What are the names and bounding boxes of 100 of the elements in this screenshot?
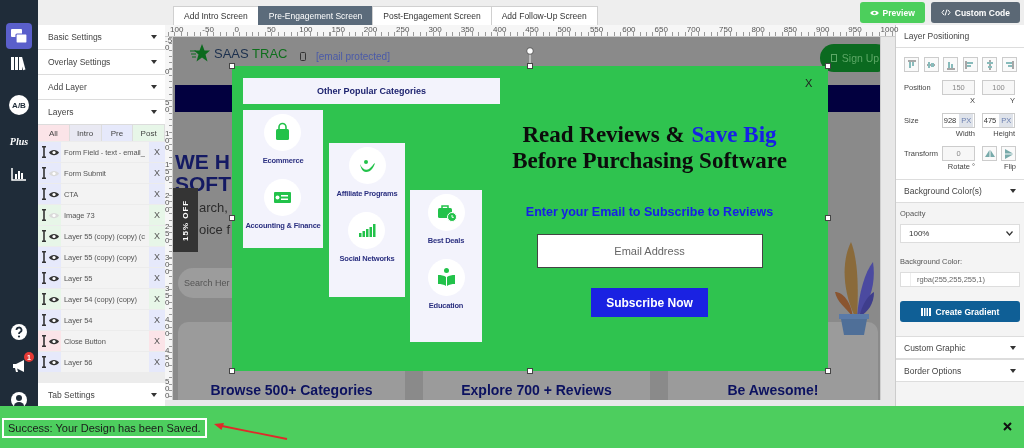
opacity-select[interactable]: 100%	[900, 224, 1020, 243]
drag-handle-icon[interactable]	[42, 146, 46, 158]
drag-handle-icon[interactable]	[42, 209, 46, 221]
ruler-label: 250	[396, 25, 410, 34]
email-field[interactable]: Email Address	[536, 234, 763, 268]
eye-icon[interactable]	[49, 337, 59, 345]
eye-icon[interactable]	[49, 253, 59, 261]
bar-chart-icon[interactable]	[11, 167, 27, 181]
ruler-label: 700	[686, 25, 701, 34]
align-right-icon	[1004, 59, 1014, 70]
resize-handle[interactable]	[527, 63, 533, 69]
delete-button[interactable]: X	[149, 210, 165, 220]
ruler-label: 100	[165, 130, 171, 151]
drag-handle-icon[interactable]	[42, 293, 46, 305]
headline-line: Read Reviews & Save Big	[522, 122, 777, 148]
delete-button[interactable]: X	[149, 273, 165, 283]
delete-button[interactable]: X	[149, 189, 165, 199]
caret-icon	[1010, 345, 1016, 350]
ruler-label: 900	[816, 25, 830, 34]
ruler-label: 500	[557, 25, 571, 34]
resize-handle[interactable]	[229, 215, 235, 221]
screen-tab[interactable]: Add Follow-Up Screen	[490, 6, 598, 25]
delete-button[interactable]: X	[149, 168, 165, 178]
screen-tab[interactable]: Post-Engagement Screen	[372, 6, 492, 25]
resize-handle[interactable]	[825, 63, 831, 69]
filter-tab[interactable]: All	[38, 125, 70, 141]
delete-button[interactable]: X	[149, 357, 165, 367]
ab-test-nav[interactable]: A/B	[9, 95, 29, 115]
delete-button[interactable]: X	[149, 336, 165, 346]
ruler-label: 0	[165, 68, 171, 75]
eye-icon[interactable]	[49, 316, 59, 324]
section-header[interactable]: Custom Graphic	[896, 336, 1024, 359]
eye-icon[interactable]	[49, 358, 59, 366]
delete-button[interactable]: X	[149, 147, 165, 157]
drag-handle-icon[interactable]	[42, 314, 46, 326]
eye-icon[interactable]	[49, 295, 59, 303]
drag-handle-icon[interactable]	[42, 272, 46, 284]
ruler-label: 500	[165, 378, 171, 399]
hero-text-line: oice f	[199, 221, 231, 239]
ruler-label: 350	[460, 25, 475, 34]
align-bottom-icon	[945, 59, 956, 70]
eye-icon[interactable]	[49, 274, 59, 282]
banknote-icon	[264, 179, 302, 216]
section-header[interactable]: Add Layer	[38, 75, 165, 100]
section-header[interactable]: Basic Settings	[38, 25, 165, 50]
subscribe-button[interactable]: Subscribe Now	[591, 288, 708, 317]
resize-handle[interactable]	[825, 215, 831, 221]
delete-button[interactable]: X	[149, 294, 165, 304]
section-header[interactable]: Tab Settings	[38, 383, 165, 408]
grid-icon	[920, 307, 931, 316]
discount-tab[interactable]: 15% OFF	[173, 188, 198, 252]
eye-icon	[869, 9, 879, 16]
code-button[interactable]: Custom Code	[930, 2, 1020, 23]
screen-tab[interactable]: Pre-Engagement Screen	[257, 6, 374, 25]
section-header[interactable]: Overlay Settings	[38, 50, 165, 75]
filter-tab[interactable]: Intro	[69, 125, 102, 141]
delete-button[interactable]: X	[149, 252, 165, 262]
caret-icon	[151, 60, 157, 64]
screen-tab[interactable]: Add Intro Screen	[173, 6, 259, 25]
close-icon[interactable]	[1003, 422, 1012, 431]
caret-icon	[1010, 189, 1016, 193]
rotate-handle[interactable]	[526, 47, 534, 63]
eye-icon[interactable]	[49, 232, 59, 240]
drag-handle-icon[interactable]	[42, 230, 46, 242]
create-gradient-button[interactable]: Create Gradient	[900, 301, 1020, 322]
ruler-label: 100	[170, 25, 184, 34]
ruler-label: 150	[331, 25, 345, 34]
ruler-label: 100	[299, 25, 313, 34]
resize-handle[interactable]	[229, 63, 235, 69]
delete-button[interactable]: X	[149, 231, 165, 241]
subtitle-text: Enter your Email to Subscribe to Reviews	[525, 205, 774, 219]
books-icon[interactable]	[10, 55, 28, 71]
caret-icon	[151, 393, 157, 397]
section-header[interactable]: Layers	[38, 100, 165, 125]
app-logo-icon[interactable]	[6, 23, 32, 49]
close-button[interactable]: X	[805, 77, 813, 89]
eye-icon[interactable]	[49, 148, 59, 156]
ruler-label: 200	[165, 192, 171, 213]
section-header[interactable]: Border Options	[896, 359, 1024, 382]
resize-handle[interactable]	[825, 368, 831, 374]
ruler-label: -50	[202, 25, 214, 34]
delete-button[interactable]: X	[149, 315, 165, 325]
drag-handle-icon[interactable]	[42, 356, 46, 368]
resize-handle[interactable]	[229, 368, 235, 374]
filter-tab[interactable]: Pre	[101, 125, 134, 141]
drag-handle-icon[interactable]	[42, 188, 46, 200]
ruler-label: 1000	[880, 25, 899, 34]
swoosh-icon	[348, 147, 386, 184]
drag-handle-icon[interactable]	[42, 251, 46, 263]
eye-icon[interactable]	[49, 190, 59, 198]
briefcase-clock-icon	[427, 194, 465, 231]
filter-tab[interactable]: Post	[133, 125, 165, 141]
drag-handle-icon[interactable]	[42, 167, 46, 179]
drag-handle-icon[interactable]	[42, 335, 46, 347]
help-icon[interactable]	[11, 324, 27, 340]
section-header[interactable]: Background Color(s)	[896, 180, 1024, 203]
ruler-label: 150	[165, 161, 171, 182]
resize-handle[interactable]	[527, 368, 533, 374]
plus-nav[interactable]: Plus	[9, 136, 29, 147]
megaphone-icon[interactable]	[11, 358, 27, 374]
